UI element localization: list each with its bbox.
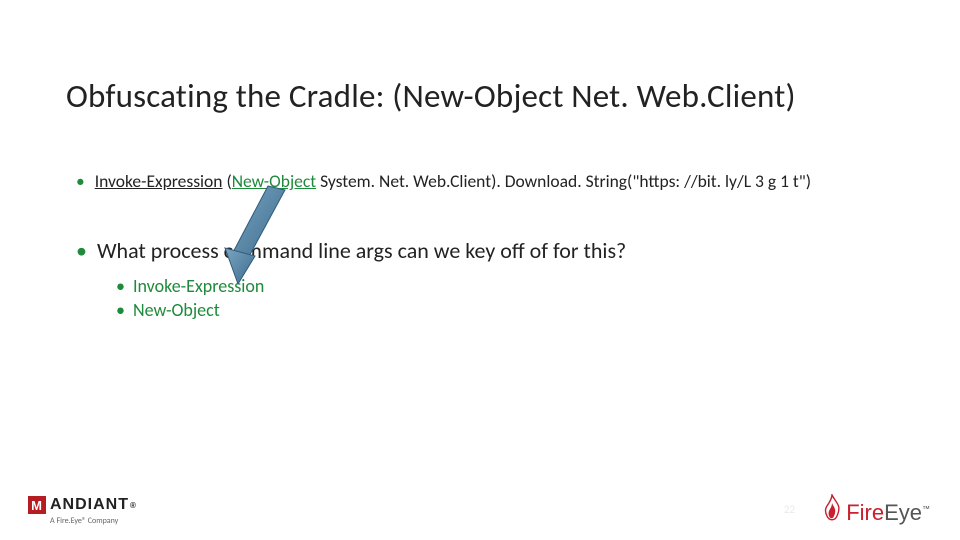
bullet-question: • What process command line args can we k… [76, 237, 920, 266]
fireeye-fire: Fire [846, 500, 884, 525]
slide: Obfuscating the Cradle: (New-Object Net.… [0, 0, 960, 540]
tm-mark: ™ [922, 505, 930, 514]
sub-a-text: Invoke-Expression [133, 275, 264, 297]
code-invoke: Invoke-Expression [95, 170, 223, 192]
fireeye-eye: Eye [884, 500, 922, 525]
code-newobject: New-Object [232, 170, 316, 192]
slide-body: •Invoke-Expression (New-Object System. N… [76, 170, 920, 322]
code-rest: System. Net. Web.Client). Download. Stri… [316, 170, 811, 192]
question-text: What process command line args can we ke… [97, 237, 626, 264]
sub-b-text: New-Object [133, 299, 220, 321]
sub-bullet-b: • New-Object [116, 299, 920, 322]
footer: MANDIANT® A Fire.Eye® Company 22 FireEye… [0, 476, 960, 540]
mandiant-logo: MANDIANT® A Fire.Eye® Company [28, 496, 137, 526]
fireeye-wordmark: FireEye™ [846, 500, 930, 526]
reg-mark: ® [130, 501, 137, 510]
flame-icon [822, 494, 842, 524]
bullet-dot-icon: • [76, 170, 85, 192]
mandiant-m-icon: M [28, 496, 46, 514]
mandiant-wordmark: MANDIANT® [28, 496, 137, 514]
page-number: 22 [784, 503, 795, 516]
bullet-dot-icon: • [116, 275, 125, 297]
mandiant-tagline: A Fire.Eye® Company [50, 516, 137, 526]
slide-title: Obfuscating the Cradle: (New-Object Net.… [66, 76, 796, 116]
mandiant-text: ANDIANT [50, 496, 129, 514]
bullet-dot-icon: • [116, 299, 125, 321]
bullet-dot-icon: • [76, 237, 87, 264]
bullet-code-line: • Invoke-Expression (New-Object System. N… [76, 170, 920, 193]
fireeye-logo: FireEye™ [822, 494, 930, 526]
code-open: ( [222, 170, 231, 192]
sub-bullet-a: • Invoke-Expression [116, 275, 920, 298]
